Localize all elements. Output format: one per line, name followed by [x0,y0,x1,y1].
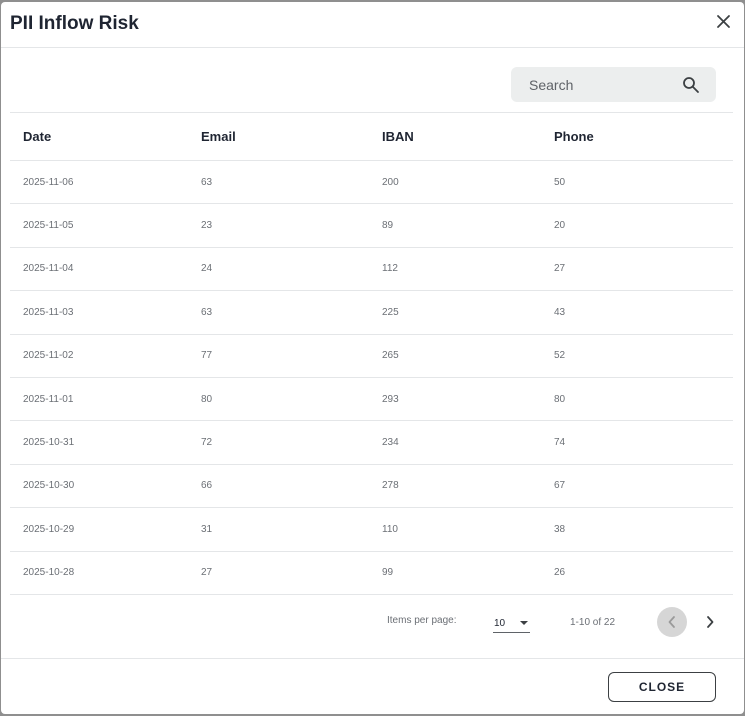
items-per-page-select[interactable]: 10 [493,613,530,633]
paginator: Items per page: 10 1-10 of 22 [1,595,744,650]
search-box[interactable] [511,67,716,102]
dialog-footer: CLOSE [1,658,744,714]
table-row: 2025-11-06 63 200 50 [10,160,733,205]
cell-email: 66 [188,464,369,509]
cell-iban: 278 [369,464,541,509]
previous-page-button[interactable] [657,607,687,637]
column-header-date[interactable]: Date [10,112,188,161]
table-row: 2025-11-04 24 112 27 [10,247,733,292]
pii-table: Date Email IBAN Phone 2025-11-06 63 200 … [10,112,733,595]
page-range-label: 1-10 of 22 [570,617,616,628]
cell-phone: 43 [541,290,733,335]
pii-inflow-risk-dialog: PII Inflow Risk Date Email IBAN Phone [1,2,744,714]
dropdown-arrow-icon [520,621,528,625]
dialog-header: PII Inflow Risk [1,2,744,48]
cell-iban: 110 [369,507,541,552]
cell-date: 2025-10-29 [10,507,188,552]
table-row: 2025-10-29 31 110 38 [10,507,733,552]
table-row: 2025-11-02 77 265 52 [10,334,733,378]
cell-email: 23 [188,203,369,248]
cell-email: 27 [188,551,369,595]
table-row: 2025-10-30 66 278 67 [10,464,733,509]
table-row: 2025-10-28 27 99 26 [10,551,733,595]
next-page-button[interactable] [695,607,725,637]
cell-date: 2025-10-28 [10,551,188,595]
cell-iban: 112 [369,247,541,292]
cell-iban: 200 [369,160,541,205]
cell-phone: 74 [541,420,733,465]
cell-email: 80 [188,377,369,422]
cell-iban: 265 [369,334,541,378]
cell-email: 63 [188,160,369,205]
cell-iban: 225 [369,290,541,335]
cell-phone: 27 [541,247,733,292]
chevron-right-icon [707,616,714,628]
table-row: 2025-11-05 23 89 20 [10,203,733,248]
search-icon[interactable] [682,76,700,94]
items-per-page-value: 10 [494,618,506,629]
cell-iban: 89 [369,203,541,248]
table-row: 2025-10-31 72 234 74 [10,420,733,465]
cell-date: 2025-11-05 [10,203,188,248]
cell-email: 24 [188,247,369,292]
cell-email: 63 [188,290,369,335]
cell-phone: 67 [541,464,733,509]
cell-phone: 26 [541,551,733,595]
cell-email: 72 [188,420,369,465]
cell-date: 2025-11-06 [10,160,188,205]
cell-date: 2025-11-02 [10,334,188,378]
cell-date: 2025-11-01 [10,377,188,422]
cell-iban: 234 [369,420,541,465]
chevron-left-icon [668,616,675,628]
cell-phone: 80 [541,377,733,422]
close-button[interactable]: CLOSE [608,672,716,702]
close-icon[interactable] [714,12,734,32]
items-per-page-label: Items per page: [387,615,457,626]
cell-phone: 52 [541,334,733,378]
cell-email: 77 [188,334,369,378]
table-row: 2025-11-01 80 293 80 [10,377,733,422]
table-header-row: Date Email IBAN Phone [10,112,733,161]
cell-date: 2025-10-30 [10,464,188,509]
cell-date: 2025-11-03 [10,290,188,335]
dialog-title: PII Inflow Risk [10,13,139,34]
cell-phone: 50 [541,160,733,205]
table-row: 2025-11-03 63 225 43 [10,290,733,335]
cell-phone: 20 [541,203,733,248]
column-header-email[interactable]: Email [188,112,369,161]
cell-phone: 38 [541,507,733,552]
column-header-iban[interactable]: IBAN [369,112,541,161]
column-header-phone[interactable]: Phone [541,112,733,161]
cell-iban: 293 [369,377,541,422]
search-input[interactable] [529,67,679,102]
cell-date: 2025-11-04 [10,247,188,292]
cell-email: 31 [188,507,369,552]
cell-date: 2025-10-31 [10,420,188,465]
cell-iban: 99 [369,551,541,595]
